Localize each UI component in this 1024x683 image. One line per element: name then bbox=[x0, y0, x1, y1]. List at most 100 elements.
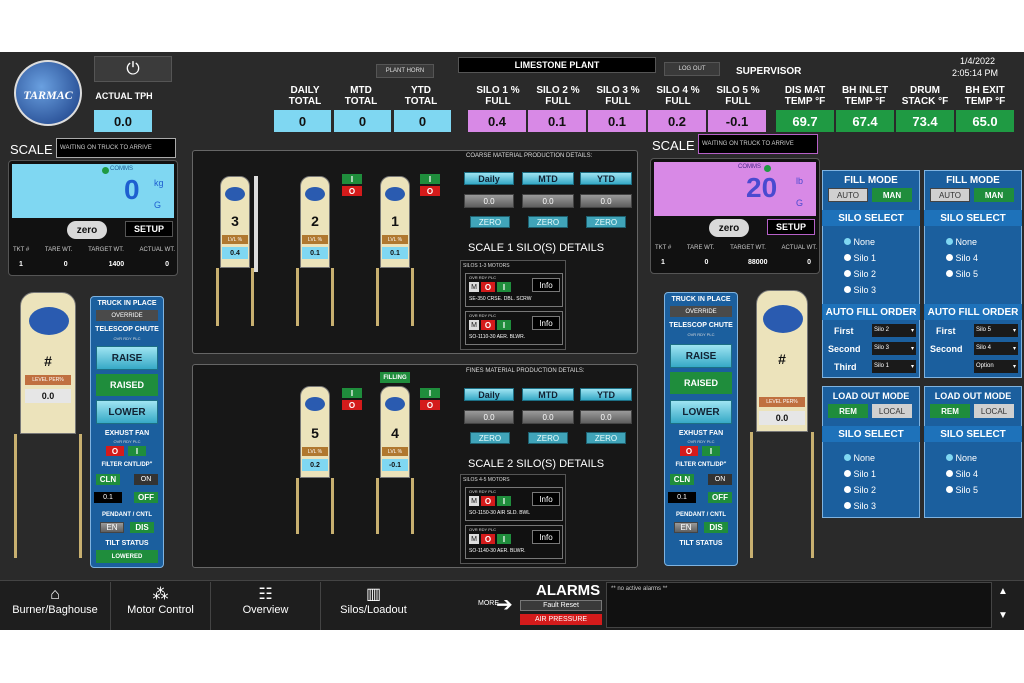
log-out-button[interactable]: LOG OUT bbox=[664, 62, 720, 76]
silo5-start-button[interactable]: I bbox=[342, 388, 362, 398]
silo4-stop-button[interactable]: O bbox=[420, 400, 440, 410]
fill1-auto-button[interactable]: AUTO bbox=[828, 188, 868, 202]
fill2-rem-button[interactable]: REM bbox=[930, 404, 970, 418]
motor-stop-button[interactable]: O bbox=[481, 282, 495, 292]
fill2-auto-button[interactable]: AUTO bbox=[930, 188, 970, 202]
loadout1-option-silo1[interactable]: Silo 1 bbox=[844, 466, 876, 482]
motor-info-button[interactable]: Info bbox=[532, 316, 560, 330]
fill1-man-button[interactable]: MAN bbox=[872, 188, 912, 202]
loadout2-option-silo4[interactable]: Silo 4 bbox=[946, 466, 978, 482]
motor-start-button[interactable]: I bbox=[497, 282, 511, 292]
fill2-option-none[interactable]: None bbox=[946, 234, 978, 250]
right-on-button[interactable]: ON bbox=[708, 474, 732, 485]
coarse-mtd-tab[interactable]: MTD bbox=[522, 172, 574, 185]
left-cln-button[interactable]: CLN bbox=[96, 474, 120, 485]
power-button[interactable]: ⏻ bbox=[94, 56, 172, 82]
right-off-button[interactable]: OFF bbox=[708, 492, 732, 503]
motor-mode-m[interactable]: M bbox=[469, 320, 479, 330]
motor-mode-m[interactable]: M bbox=[469, 496, 479, 506]
right-en-button[interactable]: EN bbox=[674, 522, 698, 533]
fines-mtd-tab[interactable]: MTD bbox=[522, 388, 574, 401]
motor-stop-button[interactable]: O bbox=[481, 534, 495, 544]
scale1-zero-button[interactable]: zero bbox=[67, 221, 107, 239]
motor-mode-m[interactable]: M bbox=[469, 282, 479, 292]
plant-horn-button[interactable]: PLANT HORN bbox=[376, 64, 434, 78]
left-raise-button[interactable]: RAISE bbox=[96, 346, 158, 370]
silo-5[interactable]: 5 LVL % 0.2 bbox=[300, 386, 330, 478]
left-lower-button[interactable]: LOWER bbox=[96, 400, 158, 424]
fill1-rem-button[interactable]: REM bbox=[828, 404, 868, 418]
loadout2-option-none[interactable]: None bbox=[946, 450, 978, 466]
left-off-button[interactable]: OFF bbox=[134, 492, 158, 503]
silo2-start-button[interactable]: I bbox=[342, 174, 362, 184]
right-dis-button[interactable]: DIS bbox=[704, 522, 728, 533]
right-exhaust-on[interactable]: I bbox=[702, 446, 720, 456]
left-dis-button[interactable]: DIS bbox=[130, 522, 154, 533]
fill2-man-button[interactable]: MAN bbox=[974, 188, 1014, 202]
silo-1[interactable]: 1 LVL % 0.1 bbox=[380, 176, 410, 268]
motor-start-button[interactable]: I bbox=[497, 534, 511, 544]
motor-mode-m[interactable]: M bbox=[469, 534, 479, 544]
fill2-order-third-select[interactable]: Option ▾ bbox=[974, 360, 1018, 373]
right-cln-button[interactable]: CLN bbox=[670, 474, 694, 485]
right-exhaust-off[interactable]: O bbox=[680, 446, 698, 456]
alarm-scroll-down-icon[interactable]: ▼ bbox=[996, 608, 1010, 622]
silo1-start-button[interactable]: I bbox=[420, 174, 440, 184]
alarm-scroll-up-icon[interactable]: ▲ bbox=[996, 584, 1010, 598]
left-exhaust-on[interactable]: I bbox=[128, 446, 146, 456]
scale1-setup-button[interactable]: SETUP bbox=[125, 221, 173, 237]
fines-mtd-zero[interactable]: ZERO bbox=[528, 432, 568, 444]
coarse-ytd-zero[interactable]: ZERO bbox=[586, 216, 626, 228]
silo2-stop-button[interactable]: O bbox=[342, 186, 362, 196]
nav-motor-control[interactable]: ⁂ Motor Control bbox=[110, 582, 210, 630]
silo-2[interactable]: 2 LVL % 0.1 bbox=[300, 176, 330, 268]
fault-reset-button[interactable]: Fault Reset bbox=[520, 600, 602, 611]
fill2-option-silo4[interactable]: Silo 4 bbox=[946, 250, 978, 266]
alarms-more-button[interactable]: MORE ➔ bbox=[476, 592, 513, 618]
fines-daily-zero[interactable]: ZERO bbox=[470, 432, 510, 444]
fill1-option-none[interactable]: None bbox=[844, 234, 876, 250]
motor-info-button[interactable]: Info bbox=[532, 278, 560, 292]
silo-4[interactable]: 4 LVL % -0.1 bbox=[380, 386, 410, 478]
loadout1-option-none[interactable]: None bbox=[844, 450, 876, 466]
silo5-stop-button[interactable]: O bbox=[342, 400, 362, 410]
motor-info-button[interactable]: Info bbox=[532, 530, 560, 544]
fill1-order-second-select[interactable]: Silo 3 ▾ bbox=[872, 342, 916, 355]
silo-3[interactable]: 3 LVL % 0.4 bbox=[220, 176, 250, 268]
fill1-option-silo3[interactable]: Silo 3 bbox=[844, 282, 876, 298]
fines-ytd-zero[interactable]: ZERO bbox=[586, 432, 626, 444]
fill1-option-silo2[interactable]: Silo 2 bbox=[844, 266, 876, 282]
motor-start-button[interactable]: I bbox=[497, 496, 511, 506]
fill2-option-silo5[interactable]: Silo 5 bbox=[946, 266, 978, 282]
left-on-button[interactable]: ON bbox=[134, 474, 158, 485]
fill1-option-silo1[interactable]: Silo 1 bbox=[844, 250, 876, 266]
left-loadout-silo[interactable]: # LEVEL PER% 0.0 bbox=[20, 292, 76, 434]
coarse-daily-zero[interactable]: ZERO bbox=[470, 216, 510, 228]
fill1-order-third-select[interactable]: Silo 1 ▾ bbox=[872, 360, 916, 373]
right-loadout-silo[interactable]: # LEVEL PER% 0.0 bbox=[756, 290, 808, 432]
fines-daily-tab[interactable]: Daily bbox=[464, 388, 514, 401]
left-override-toggle[interactable]: OVERRIDE bbox=[96, 310, 158, 321]
right-raise-button[interactable]: RAISE bbox=[670, 344, 732, 368]
motor-info-button[interactable]: Info bbox=[532, 492, 560, 506]
motor-stop-button[interactable]: O bbox=[481, 496, 495, 506]
left-en-button[interactable]: EN bbox=[100, 522, 124, 533]
fill1-local-button[interactable]: LOCAL bbox=[872, 404, 912, 418]
coarse-daily-tab[interactable]: Daily bbox=[464, 172, 514, 185]
loadout2-option-silo5[interactable]: Silo 5 bbox=[946, 482, 978, 498]
right-lower-button[interactable]: LOWER bbox=[670, 400, 732, 424]
fill2-order-second-select[interactable]: Silo 4 ▾ bbox=[974, 342, 1018, 355]
coarse-ytd-tab[interactable]: YTD bbox=[580, 172, 632, 185]
scale2-setup-button[interactable]: SETUP bbox=[767, 219, 815, 235]
fill2-local-button[interactable]: LOCAL bbox=[974, 404, 1014, 418]
nav-overview[interactable]: ☷ Overview bbox=[210, 582, 320, 630]
right-override-toggle[interactable]: OVERRIDE bbox=[670, 306, 732, 317]
nav-silos-loadout[interactable]: ▥ Silos/Loadout bbox=[320, 582, 426, 630]
scale2-zero-button[interactable]: zero bbox=[709, 219, 749, 237]
silo4-start-button[interactable]: I bbox=[420, 388, 440, 398]
motor-stop-button[interactable]: O bbox=[481, 320, 495, 330]
left-exhaust-off[interactable]: O bbox=[106, 446, 124, 456]
loadout1-option-silo2[interactable]: Silo 2 bbox=[844, 482, 876, 498]
motor-start-button[interactable]: I bbox=[497, 320, 511, 330]
fines-ytd-tab[interactable]: YTD bbox=[580, 388, 632, 401]
